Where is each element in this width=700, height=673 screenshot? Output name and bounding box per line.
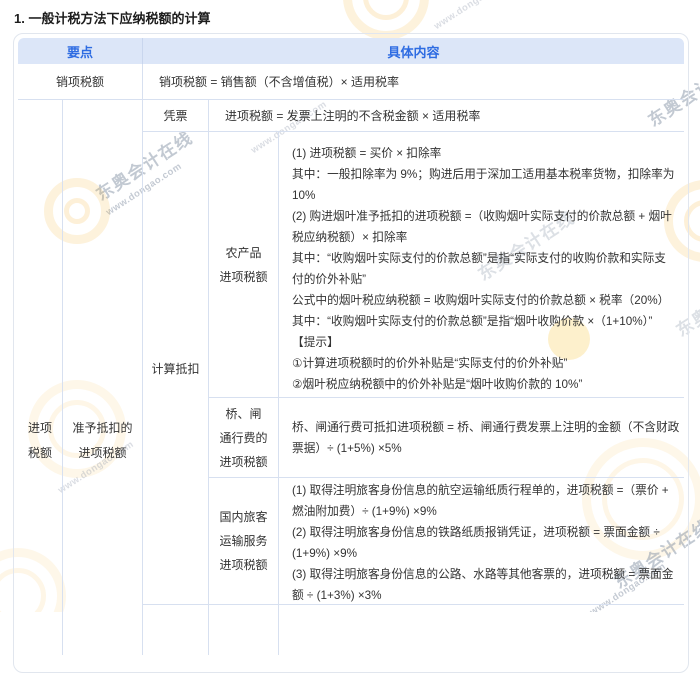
by-invoice-label: 凭票 [143,100,209,132]
output-tax-content: 销项税额 = 销售额（不含增值税）× 适用税率 [143,64,684,100]
bridge-toll-input-tax-content: 桥、闸通行费可抵扣进项税额 = 桥、闸通行费发票上注明的金额（不含财政 票据）÷… [279,398,684,478]
header-keypoints: 要点 [18,38,143,64]
input-tax-label: 进项 税额 [18,100,63,655]
partial-row-cell [279,605,684,655]
agricultural-input-tax-label: 农产品 进项税额 [209,132,279,398]
page: 1. 一般计税方法下应纳税额的计算 要点 具体内容 销项税额 销项税额 = 销售… [0,0,700,612]
by-invoice-content: 进项税额 = 发票上注明的不含税金额 × 适用税率 [209,100,684,132]
agricultural-input-tax-content: (1) 进项税额 = 买价 × 扣除率 其中：一般扣除率为 9%；购进后用于深加… [279,132,684,398]
partial-row-cell [143,605,209,655]
partial-row-cell [209,605,279,655]
tax-calculation-table: 要点 具体内容 销项税额 销项税额 = 销售额（不含增值税）× 适用税率 进项 … [18,38,684,655]
calculated-deduction-label: 计算抵扣 [143,132,209,605]
deductible-input-tax-label: 准予抵扣的 进项税额 [63,100,143,655]
passenger-transport-input-tax-content: (1) 取得注明旅客身份信息的航空运输纸质行程单的，进项税额 =（票价 + 燃油… [279,478,684,605]
header-details: 具体内容 [143,38,684,64]
page-title: 1. 一般计税方法下应纳税额的计算 [14,8,210,27]
passenger-transport-input-tax-label: 国内旅客 运输服务 进项税额 [209,478,279,605]
output-tax-label: 销项税额 [18,64,143,100]
bridge-toll-input-tax-label: 桥、闸 通行费的 进项税额 [209,398,279,478]
